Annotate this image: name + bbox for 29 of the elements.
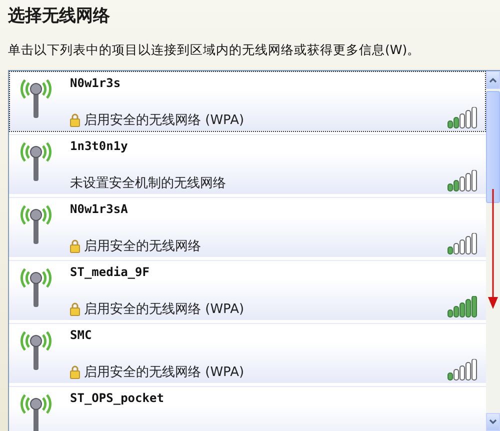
scrollbar[interactable] xyxy=(486,71,500,431)
lock-icon xyxy=(70,365,80,379)
network-list-item[interactable]: ST_OPS_pocket xyxy=(9,386,486,431)
security-status: 启用安全的无线网络 (WPA) xyxy=(84,112,244,129)
network-name: ST_OPS_pocket xyxy=(70,391,165,405)
lock-icon xyxy=(70,239,80,253)
security-status: 启用安全的无线网络 xyxy=(84,238,201,255)
network-list-item[interactable]: ST_media_9F 启用安全的无线网络 (WPA) xyxy=(9,260,486,321)
instruction-text: 单击以下列表中的项目以连接到区域内的无线网络或获得更多信息(W)。 xyxy=(7,41,422,59)
security-status: 启用安全的无线网络 (WPA) xyxy=(84,364,244,381)
lock-icon xyxy=(70,302,80,316)
network-name: 1n3t0n1y xyxy=(70,139,129,153)
caret-up-icon xyxy=(489,77,497,83)
page-title: 选择无线网络 xyxy=(7,5,111,28)
network-name: SMC xyxy=(70,328,93,342)
security-status: 未设置安全机制的无线网络 xyxy=(70,175,226,192)
network-name: N0w1r3sA xyxy=(70,202,129,216)
network-list-item[interactable]: N0w1r3s 启用安全的无线网络 (WPA) xyxy=(9,71,486,132)
lock-icon xyxy=(70,113,80,127)
scroll-down-button[interactable] xyxy=(486,413,500,431)
caret-down-icon xyxy=(489,419,497,425)
network-list-item[interactable]: SMC 启用安全的无线网络 (WPA) xyxy=(9,323,486,384)
network-name: ST_media_9F xyxy=(70,265,150,279)
network-name: N0w1r3s xyxy=(70,76,122,90)
security-status: 启用安全的无线网络 (WPA) xyxy=(84,301,244,318)
network-list-item[interactable]: N0w1r3sA 启用安全的无线网络 xyxy=(9,197,486,258)
network-list-item[interactable]: 1n3t0n1y 未设置安全机制的无线网络 xyxy=(9,134,486,195)
scroll-up-button[interactable] xyxy=(486,71,500,89)
scroll-thumb[interactable] xyxy=(486,91,500,203)
